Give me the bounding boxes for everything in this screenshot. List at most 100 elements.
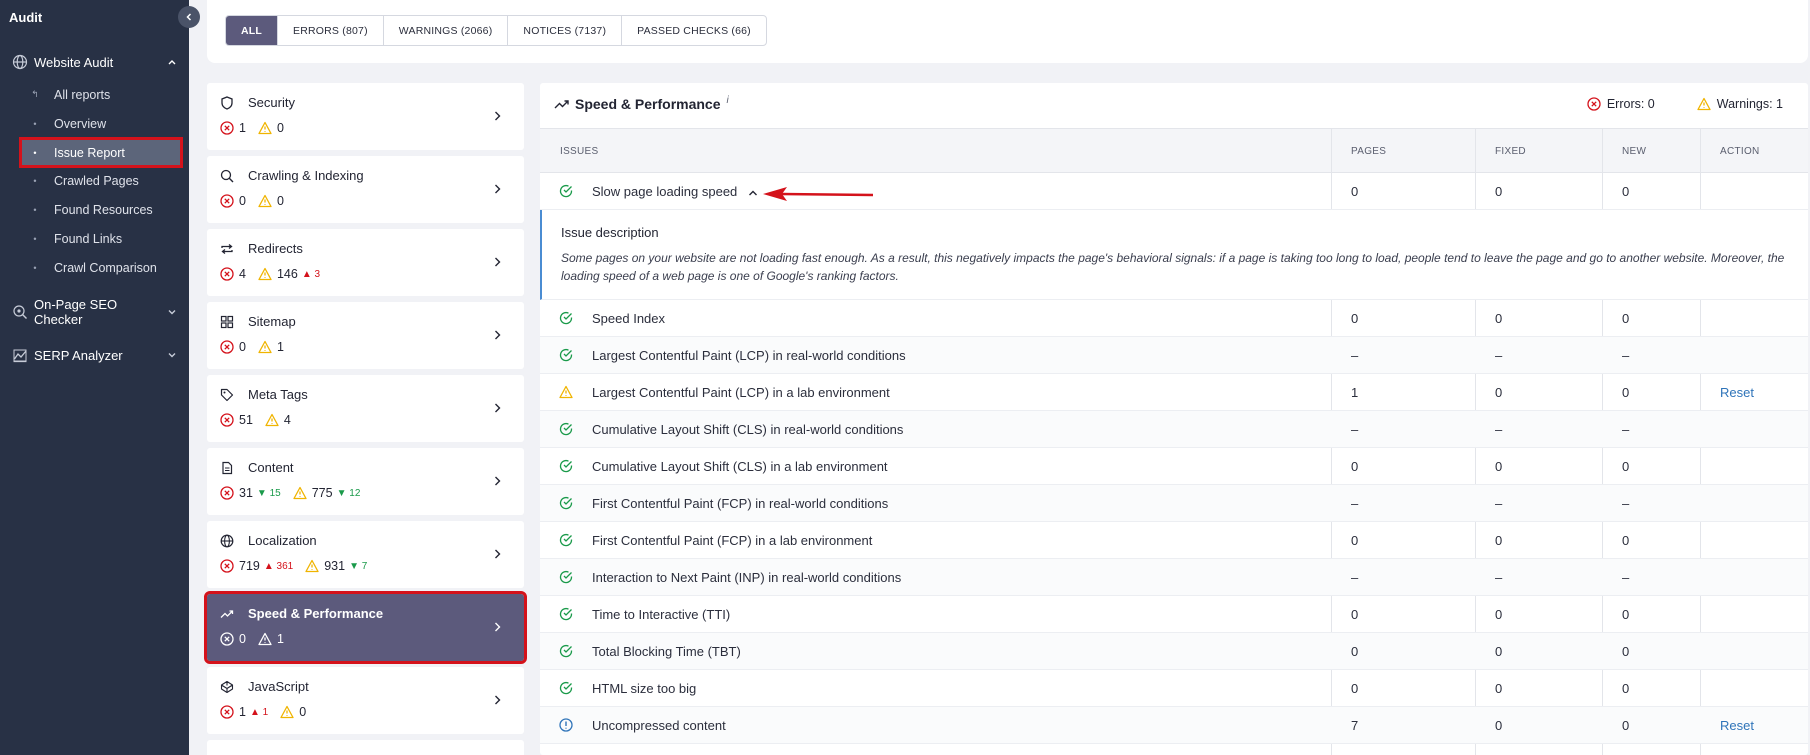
- warning-icon: [1697, 97, 1711, 111]
- fixed-count: 0: [1495, 681, 1503, 696]
- pages-count: 0: [1351, 607, 1359, 622]
- trend-icon: [220, 610, 234, 618]
- sidebar-item-label: Overview: [54, 116, 107, 131]
- category-meta-tags[interactable]: Meta Tags 51 4: [207, 375, 524, 442]
- tab-notices[interactable]: NOTICES (7137): [508, 16, 623, 45]
- check-circle-icon: [559, 644, 573, 658]
- issue-name[interactable]: Largest Contentful Paint (LCP) in real-w…: [592, 348, 906, 363]
- table-row[interactable]: Slow page loading speed 0 0 0: [540, 173, 1808, 210]
- sidebar-section-website-audit[interactable]: Website Audit: [12, 54, 177, 70]
- issue-name[interactable]: Total Blocking Time (TBT): [592, 644, 741, 659]
- issue-name[interactable]: Uncompressed content: [592, 718, 726, 733]
- sidebar-item-overview[interactable]: • Overview: [22, 111, 180, 136]
- category-speed-performance[interactable]: Speed & Performance 0 1: [204, 591, 527, 664]
- sidebar-section-label: Website Audit: [34, 54, 114, 70]
- sidebar-item-crawl-comparison[interactable]: • Crawl Comparison: [22, 255, 180, 280]
- fixed-count: 0: [1495, 644, 1503, 659]
- table-row[interactable]: Speed Index 0 0 0: [540, 300, 1808, 337]
- issue-name[interactable]: First Contentful Paint (FCP) in a lab en…: [592, 533, 872, 548]
- issue-description-title: Issue description: [561, 225, 659, 240]
- table-row[interactable]: Largest Contentful Paint (LCP) in a lab …: [540, 374, 1808, 411]
- error-icon: [220, 121, 234, 135]
- category-stats: 0 1: [220, 340, 296, 354]
- table-row[interactable]: Cumulative Layout Shift (CLS) in real-wo…: [540, 411, 1808, 448]
- chevron-up-icon[interactable]: [747, 188, 759, 198]
- issue-name[interactable]: Slow page loading speed: [592, 184, 759, 199]
- sidebar-section-on-page-seo-checker[interactable]: On-Page SEO Checker: [12, 297, 177, 327]
- table-header: ISSUES PAGES FIXED NEW ACTION: [540, 128, 1808, 173]
- sidebar-item-label: Issue Report: [54, 145, 125, 160]
- sidebar-item-found-links[interactable]: • Found Links: [22, 226, 180, 251]
- category-localization[interactable]: Localization 719 ▲ 361 931 ▼ 7: [207, 521, 524, 588]
- pages-count: 0: [1351, 681, 1359, 696]
- error-icon: [220, 413, 234, 427]
- reset-button[interactable]: Reset: [1720, 718, 1754, 733]
- issue-name[interactable]: Largest Contentful Paint (LCP) in a lab …: [592, 385, 890, 400]
- new-count: –: [1622, 422, 1630, 437]
- error-count: 0: [239, 194, 246, 208]
- collapse-sidebar-button[interactable]: [178, 6, 200, 28]
- issue-name[interactable]: Cumulative Layout Shift (CLS) in a lab e…: [592, 459, 888, 474]
- table-row[interactable]: HTML size too big 0 0 0: [540, 670, 1808, 707]
- error-count: 51: [239, 413, 253, 427]
- shield-icon: [221, 96, 233, 110]
- fixed-count: –: [1495, 570, 1503, 585]
- sidebar-item-issue-report[interactable]: • Issue Report: [19, 137, 183, 168]
- chevron-right-icon: [495, 622, 501, 632]
- category-javascript[interactable]: JavaScript 1 ▲ 1 0: [207, 667, 524, 734]
- issue-name[interactable]: Time to Interactive (TTI): [592, 607, 730, 622]
- category-redirects[interactable]: Redirects 4 146 ▲ 3: [207, 229, 524, 296]
- category-next-partial[interactable]: [207, 740, 524, 755]
- error-icon: [220, 486, 234, 500]
- sidebar-item-bullet: •: [33, 233, 37, 244]
- sidebar-item-label: Crawl Comparison: [54, 260, 157, 275]
- sidebar-item-found-resources[interactable]: • Found Resources: [22, 197, 180, 222]
- reset-button[interactable]: Reset: [1720, 385, 1754, 400]
- column-header-fixed: FIXED: [1495, 146, 1526, 157]
- category-crawling-indexing[interactable]: Crawling & Indexing 0 0: [207, 156, 524, 223]
- tab-passed-checks[interactable]: PASSED CHECKS (66): [622, 16, 766, 45]
- tab-warnings[interactable]: WARNINGS (2066): [384, 16, 509, 45]
- tab-all[interactable]: ALL: [226, 16, 279, 45]
- warning-delta-down: ▼ 12: [336, 487, 361, 499]
- issue-name[interactable]: Interaction to Next Paint (INP) in real-…: [592, 570, 901, 585]
- new-count: 0: [1622, 533, 1630, 548]
- table-row[interactable]: Interaction to Next Paint (INP) in real-…: [540, 559, 1808, 596]
- chevron-up-icon: [168, 60, 176, 65]
- annotation-arrow-icon: [763, 187, 873, 201]
- issue-name[interactable]: Cumulative Layout Shift (CLS) in real-wo…: [592, 422, 903, 437]
- table-row[interactable]: Time to Interactive (TTI) 0 0 0: [540, 596, 1808, 633]
- tab-errors[interactable]: ERRORS (807): [278, 16, 384, 45]
- pages-count: –: [1351, 570, 1359, 585]
- new-count: 0: [1622, 681, 1630, 696]
- info-icon[interactable]: i: [727, 95, 729, 106]
- redirect-icon: [221, 243, 233, 255]
- category-name: Crawling & Indexing: [248, 168, 364, 183]
- sidebar-item-bullet: •: [33, 204, 37, 215]
- sidebar-section-serp-analyzer[interactable]: SERP Analyzer: [12, 347, 177, 363]
- sidebar-item-bullet: •: [33, 175, 37, 186]
- table-row[interactable]: First Contentful Paint (FCP) in a lab en…: [540, 522, 1808, 559]
- fixed-count: –: [1495, 496, 1503, 511]
- issue-name[interactable]: Speed Index: [592, 311, 665, 326]
- table-row[interactable]: Cumulative Layout Shift (CLS) in a lab e…: [540, 448, 1808, 485]
- column-header-pages: PAGES: [1351, 146, 1387, 157]
- chevron-down-icon: [168, 353, 176, 358]
- sidebar-item-all-reports[interactable]: ↰ All reports: [22, 82, 180, 107]
- category-security[interactable]: Security 1 0: [207, 83, 524, 150]
- issue-name[interactable]: HTML size too big: [592, 681, 696, 696]
- globe-icon: [12, 54, 28, 70]
- codepen-icon: [220, 680, 234, 694]
- table-row[interactable]: Uncompressed content 7 0 0 Reset: [540, 707, 1808, 744]
- warning-count: 931: [324, 559, 346, 573]
- sidebar-item-crawled-pages[interactable]: • Crawled Pages: [22, 168, 180, 193]
- category-content[interactable]: Content 31 ▼ 15 775 ▼ 12: [207, 448, 524, 515]
- category-sitemap[interactable]: Sitemap 0 1: [207, 302, 524, 369]
- table-row[interactable]: Total Blocking Time (TBT) 0 0 0: [540, 633, 1808, 670]
- table-row[interactable]: Largest Contentful Paint (LCP) in real-w…: [540, 337, 1808, 374]
- check-circle-icon: [559, 533, 573, 547]
- error-icon: [220, 705, 234, 719]
- issue-name[interactable]: First Contentful Paint (FCP) in real-wor…: [592, 496, 888, 511]
- table-row[interactable]: First Contentful Paint (FCP) in real-wor…: [540, 485, 1808, 522]
- warning-icon: [293, 486, 307, 500]
